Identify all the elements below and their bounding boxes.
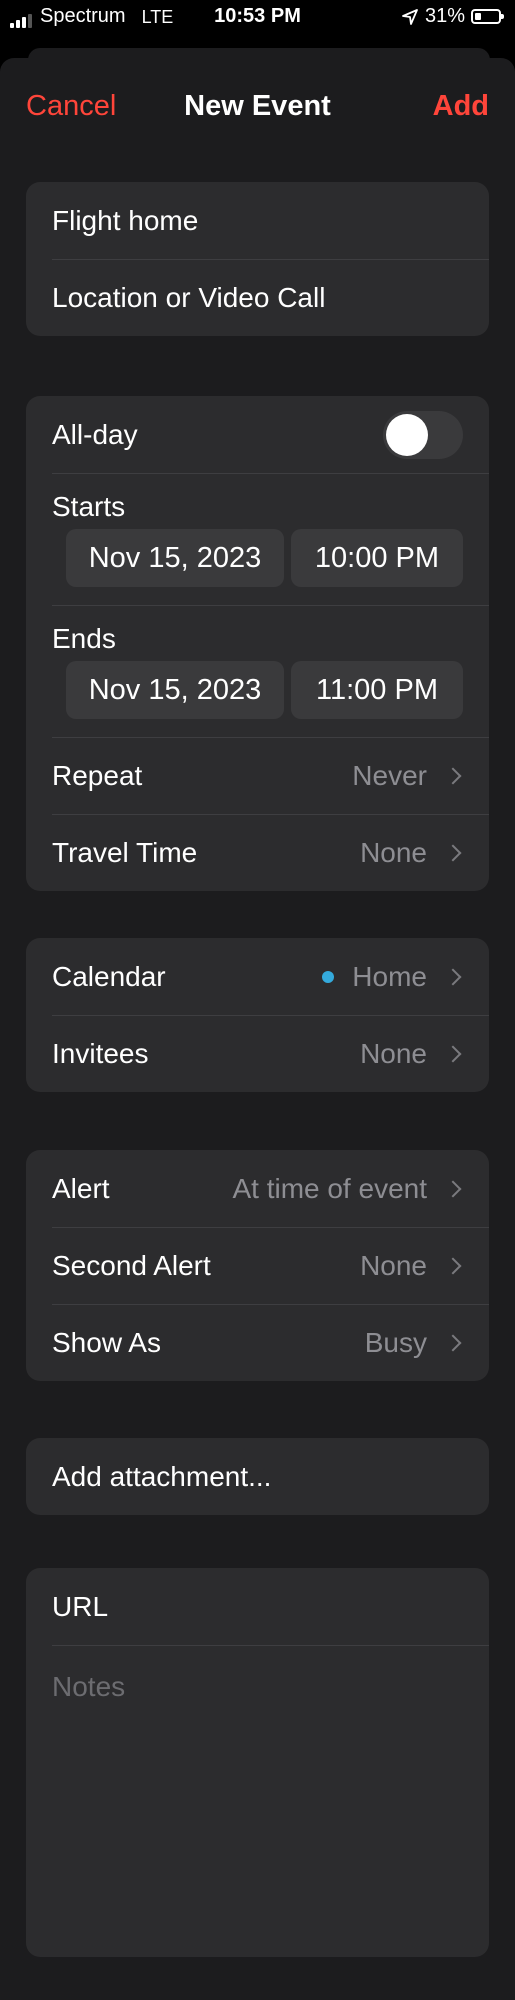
repeat-label: Repeat [52,759,143,791]
add-button[interactable]: Add [433,90,489,123]
location-field[interactable]: Location or Video Call [26,259,489,336]
second-alert-value-wrap: None [360,1250,463,1282]
ends-label: Ends [52,623,116,654]
location-placeholder: Location or Video Call [52,281,326,313]
url-placeholder: URL [52,1590,109,1622]
location-arrow-icon [402,8,418,25]
chevron-right-icon [444,1334,462,1351]
repeat-row[interactable]: Repeat Never [26,737,489,814]
chevron-right-icon [444,767,462,784]
end-time-button[interactable]: 11:00 PM [291,661,463,719]
title-location-group: Flight home Location or Video Call [26,182,489,336]
show-as-label: Show As [52,1326,161,1358]
alert-row[interactable]: Alert At time of event [26,1150,489,1227]
invitees-value: None [360,1037,427,1069]
calendar-row[interactable]: Calendar Home [26,938,489,1015]
chevron-right-icon [444,1045,462,1062]
show-as-value-wrap: Busy [365,1327,463,1359]
url-notes-group: URL Notes [26,1568,489,1957]
all-day-label: All-day [52,418,138,450]
navigation-bar: Cancel New Event Add [0,58,515,158]
calendar-color-dot-icon [322,970,335,983]
repeat-value-wrap: Never [352,760,463,792]
all-day-toggle[interactable] [383,410,463,459]
ends-row: Ends Nov 15, 2023 11:00 PM [26,605,489,737]
status-right: 31% [401,5,504,28]
show-as-row[interactable]: Show As Busy [26,1304,489,1381]
repeat-value: Never [352,759,427,791]
calendar-label: Calendar [52,960,166,992]
attachment-group: Add attachment... [26,1438,489,1515]
travel-time-value-wrap: None [360,837,463,869]
toggle-knob [386,413,428,456]
schedule-group: All-day Starts Nov 15, 2023 10:00 PM End… [26,396,489,891]
status-bar: Spectrum LTE 10:53 PM 31% [0,0,515,44]
alerts-group: Alert At time of event Second Alert None… [26,1150,489,1381]
second-alert-row[interactable]: Second Alert None [26,1227,489,1304]
url-field[interactable]: URL [26,1568,489,1645]
travel-time-value: None [360,836,427,868]
chevron-right-icon [444,1180,462,1197]
chevron-right-icon [444,844,462,861]
new-event-sheet: Cancel New Event Add Flight home Locatio… [0,58,515,2000]
invitees-row[interactable]: Invitees None [26,1015,489,1092]
all-day-row: All-day [26,396,489,473]
alert-value: At time of event [232,1172,427,1204]
alert-label: Alert [52,1172,110,1204]
show-as-value: Busy [364,1326,427,1358]
invitees-value-wrap: None [360,1038,463,1070]
invitees-label: Invitees [52,1037,149,1069]
notes-placeholder: Notes [52,1671,126,1702]
start-time-button[interactable]: 10:00 PM [291,529,463,587]
title-field[interactable]: Flight home [26,182,489,259]
travel-time-row[interactable]: Travel Time None [26,814,489,891]
end-date-button[interactable]: Nov 15, 2023 [66,661,284,719]
title-field-value: Flight home [52,204,199,236]
second-alert-label: Second Alert [52,1249,211,1281]
battery-icon [471,9,504,24]
calendar-value-wrap: Home [322,961,463,993]
calendar-value: Home [352,960,427,992]
chevron-right-icon [444,968,462,985]
notes-field[interactable]: Notes [26,1645,489,1957]
start-date-button[interactable]: Nov 15, 2023 [66,529,284,587]
battery-percent: 31% [424,5,465,27]
chevron-right-icon [444,1257,462,1274]
add-attachment-button[interactable]: Add attachment... [26,1438,489,1515]
calendar-group: Calendar Home Invitees None [26,938,489,1092]
travel-time-label: Travel Time [52,836,198,868]
add-attachment-label: Add attachment... [52,1460,272,1492]
second-alert-value: None [360,1249,427,1281]
alert-value-wrap: At time of event [232,1173,463,1205]
starts-row: Starts Nov 15, 2023 10:00 PM [26,473,489,605]
starts-label: Starts [52,491,126,522]
